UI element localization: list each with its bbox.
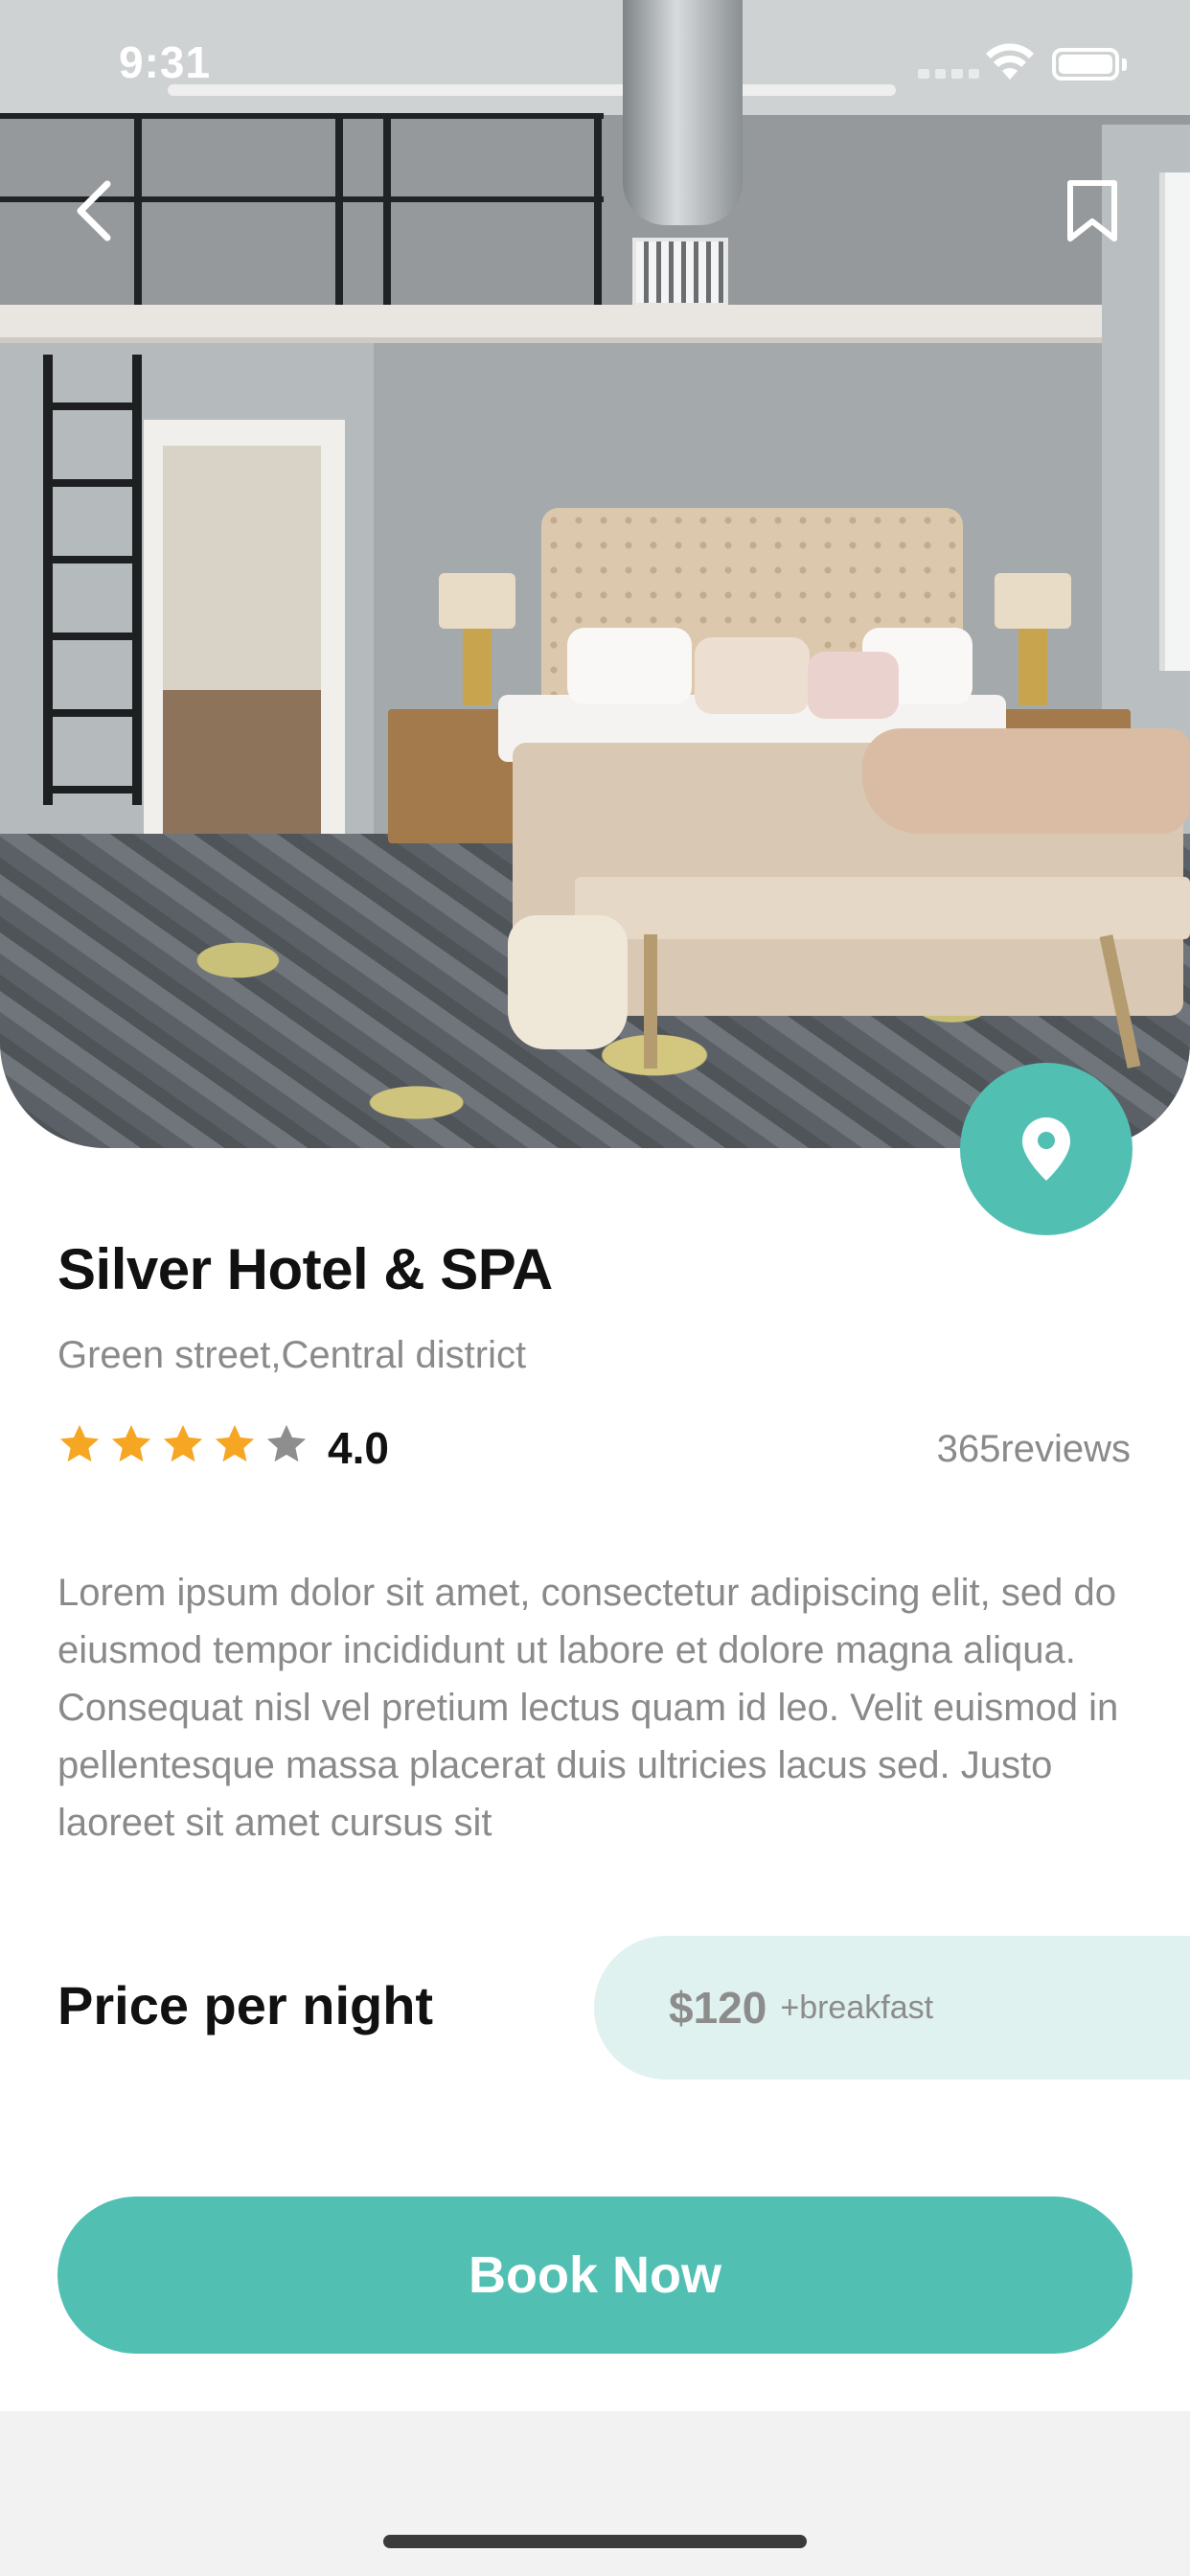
photo-rail-post [335, 115, 343, 307]
battery-tip [1122, 58, 1127, 71]
photo-beam [0, 305, 1159, 343]
status-bar: 9:31 [0, 0, 1190, 125]
photo-rail-post [594, 115, 602, 307]
hotel-address: Green street,Central district [57, 1334, 527, 1376]
battery-icon [1052, 48, 1119, 80]
cellular-signal-icon [918, 69, 979, 79]
wifi-icon [986, 43, 1034, 80]
star-icon [163, 1424, 203, 1462]
bottom-safe-area [0, 2411, 1190, 2576]
star-icon [215, 1424, 255, 1462]
photo-vent [632, 238, 728, 307]
hotel-description: Lorem ipsum dolor sit amet, consectetur … [57, 1572, 1119, 1844]
photo-basket [508, 915, 628, 1049]
photo-ladder-step [43, 556, 142, 564]
hotel-detail-screen: 9:31 Silver Hotel & SPA Green street,Cen… [0, 0, 1190, 2576]
photo-throw-blanket [862, 728, 1190, 834]
bookmark-icon [1067, 180, 1117, 242]
photo-hall-floor [163, 690, 321, 841]
star-icon [59, 1424, 100, 1462]
price-note: +breakfast [780, 1989, 934, 2026]
photo-ladder-step [43, 786, 142, 794]
review-count[interactable]: 365reviews [937, 1428, 1131, 1471]
hotel-photo [0, 0, 1190, 1148]
star-rating [57, 1422, 309, 1466]
photo-rail-post [134, 115, 142, 307]
price-value: $120 [669, 1983, 767, 2033]
star-icon [111, 1424, 151, 1462]
photo-bench-leg [644, 934, 657, 1069]
price-label: Price per night [57, 1975, 434, 2036]
photo-rail-post [383, 115, 391, 307]
hotel-name: Silver Hotel & SPA [57, 1237, 553, 1301]
price-badge: $120 +breakfast [594, 1936, 1190, 2080]
photo-window [1159, 172, 1190, 671]
status-time: 9:31 [119, 37, 212, 87]
photo-pillow [808, 652, 899, 719]
photo-lamp-base [1018, 629, 1047, 705]
photo-ladder [132, 355, 142, 805]
rating-value: 4.0 [328, 1423, 389, 1473]
back-button[interactable] [65, 177, 123, 244]
photo-pillow [567, 628, 692, 704]
map-location-button[interactable] [960, 1063, 1133, 1235]
photo-pillow [695, 637, 810, 714]
star-icon [266, 1424, 307, 1462]
photo-lamp [995, 573, 1071, 629]
photo-bench [575, 877, 1190, 939]
photo-lamp [439, 573, 515, 629]
photo-ladder [43, 355, 53, 805]
chevron-left-icon [77, 180, 111, 242]
photo-lamp-base [463, 629, 492, 705]
photo-ladder-step [43, 402, 142, 410]
photo-ladder-step [43, 632, 142, 640]
photo-ladder-step [43, 709, 142, 717]
home-indicator[interactable] [383, 2535, 807, 2548]
bookmark-button[interactable] [1064, 177, 1121, 244]
photo-ladder-step [43, 479, 142, 487]
book-now-button[interactable]: Book Now [57, 2196, 1133, 2354]
location-pin-icon [1022, 1117, 1070, 1181]
